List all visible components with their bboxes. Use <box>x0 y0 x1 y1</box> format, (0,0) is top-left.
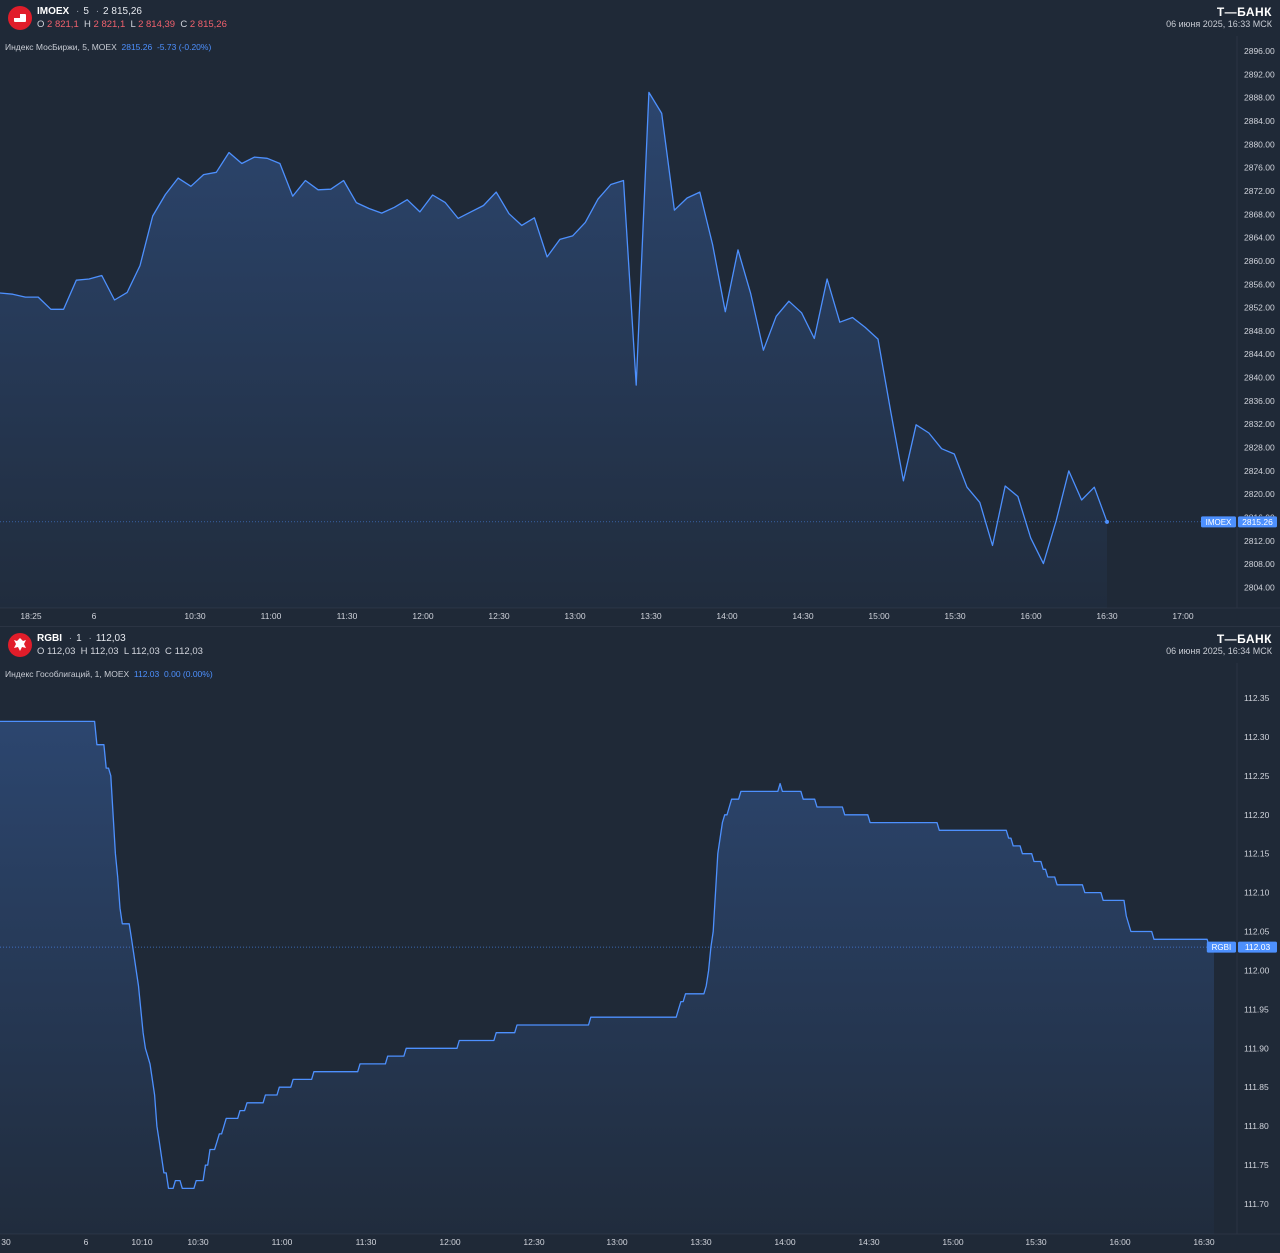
x-tick-label: 15:30 <box>944 611 966 621</box>
x-tick-label: 30 <box>1 1237 11 1247</box>
y-tick-label: 112.20 <box>1244 810 1270 820</box>
x-tick-label: 6 <box>84 1237 89 1247</box>
x-tick-label: 13:30 <box>640 611 662 621</box>
y-tick-label: 2880.00 <box>1244 139 1275 149</box>
y-tick-label: 2864.00 <box>1244 233 1275 243</box>
y-tick-label: 112.10 <box>1244 888 1270 898</box>
y-tick-label: 112.15 <box>1244 849 1270 859</box>
area-fill <box>0 92 1107 608</box>
x-tick-label: 14:00 <box>716 611 738 621</box>
last-point-marker <box>1105 519 1109 524</box>
x-tick-label: 16:00 <box>1020 611 1042 621</box>
y-tick-label: 2824.00 <box>1244 466 1275 476</box>
x-tick-label: 13:00 <box>606 1237 628 1247</box>
y-tick-label: 2844.00 <box>1244 349 1275 359</box>
y-tick-label: 2808.00 <box>1244 559 1275 569</box>
y-tick-label: 2872.00 <box>1244 186 1275 196</box>
y-tick-label: 2848.00 <box>1244 326 1275 336</box>
x-tick-label: 18:25 <box>20 611 42 621</box>
x-tick-label: 11:30 <box>337 611 358 621</box>
x-tick-label: 11:00 <box>272 1237 293 1247</box>
imoex-chart-panel: IMOEX · 5 · 2 815,26 O 2 821,1 H 2 821,1 L… <box>0 0 1280 626</box>
price-tag-label: 2815.26 <box>1242 517 1273 527</box>
y-tick-label: 2812.00 <box>1244 536 1275 546</box>
x-tick-label: 6 <box>92 611 97 621</box>
x-tick-label: 14:30 <box>792 611 814 621</box>
y-tick-label: 111.85 <box>1244 1082 1269 1092</box>
x-tick-label: 16:30 <box>1193 1237 1215 1247</box>
y-tick-label: 111.90 <box>1244 1043 1269 1053</box>
y-tick-label: 2868.00 <box>1244 209 1275 219</box>
x-tick-label: 10:10 <box>131 1237 153 1247</box>
x-tick-label: 10:30 <box>184 611 206 621</box>
x-tick-label: 16:00 <box>1109 1237 1131 1247</box>
y-tick-label: 112.05 <box>1244 927 1270 937</box>
x-tick-label: 11:30 <box>356 1237 377 1247</box>
y-tick-label: 2896.00 <box>1244 46 1275 56</box>
x-tick-label: 15:30 <box>1025 1237 1047 1247</box>
area-fill <box>0 721 1214 1234</box>
symbol-tag-label: RGBI <box>1212 943 1232 952</box>
y-tick-label: 2892.00 <box>1244 69 1275 79</box>
x-tick-label: 12:30 <box>523 1237 545 1247</box>
y-tick-label: 2804.00 <box>1244 583 1275 593</box>
x-tick-label: 11:00 <box>261 611 282 621</box>
x-tick-label: 17:00 <box>1172 611 1194 621</box>
y-tick-label: 111.95 <box>1244 1004 1269 1014</box>
x-tick-label: 10:30 <box>187 1237 209 1247</box>
y-tick-label: 111.70 <box>1244 1199 1269 1209</box>
y-tick-label: 111.80 <box>1244 1121 1269 1131</box>
x-tick-label: 12:00 <box>439 1237 461 1247</box>
y-tick-label: 2876.00 <box>1244 163 1275 173</box>
y-tick-label: 2836.00 <box>1244 396 1275 406</box>
y-tick-label: 112.30 <box>1244 732 1270 742</box>
y-tick-label: 112.00 <box>1244 965 1270 975</box>
y-tick-label: 2860.00 <box>1244 256 1275 266</box>
y-tick-label: 2820.00 <box>1244 489 1275 499</box>
y-tick-label: 2884.00 <box>1244 116 1275 126</box>
x-tick-label: 14:30 <box>858 1237 880 1247</box>
y-tick-label: 111.75 <box>1244 1160 1269 1170</box>
y-tick-label: 2828.00 <box>1244 443 1275 453</box>
x-tick-label: 15:00 <box>942 1237 964 1247</box>
y-tick-label: 2852.00 <box>1244 303 1275 313</box>
y-tick-label: 2832.00 <box>1244 419 1275 429</box>
y-tick-label: 2888.00 <box>1244 93 1275 103</box>
x-tick-label: 16:30 <box>1096 611 1118 621</box>
x-tick-label: 13:00 <box>564 611 586 621</box>
x-tick-label: 15:00 <box>868 611 890 621</box>
imoex-chart-svg[interactable]: 2896.00 2892.00 2888.00 2884.00 2880.00 2876.… <box>0 0 1280 626</box>
rgbi-chart-svg[interactable]: 112.35 112.30 112.25 112.20 112.15 112.10 112.… <box>0 627 1280 1253</box>
x-tick-label: 14:00 <box>774 1237 796 1247</box>
y-tick-label: 112.25 <box>1244 771 1270 781</box>
y-tick-label: 2840.00 <box>1244 373 1275 383</box>
x-tick-label: 12:00 <box>412 611 434 621</box>
x-tick-label: 12:30 <box>488 611 510 621</box>
x-tick-label: 13:30 <box>690 1237 712 1247</box>
y-tick-label: 2856.00 <box>1244 279 1275 289</box>
rgbi-chart-panel: RGBI · 1 · 112,03 O 112,03 H 112,03 L 112,… <box>0 627 1280 1253</box>
y-tick-label: 112.35 <box>1244 693 1270 703</box>
symbol-tag-label: IMOEX <box>1206 518 1232 527</box>
price-tag-label: 112.03 <box>1245 942 1271 952</box>
